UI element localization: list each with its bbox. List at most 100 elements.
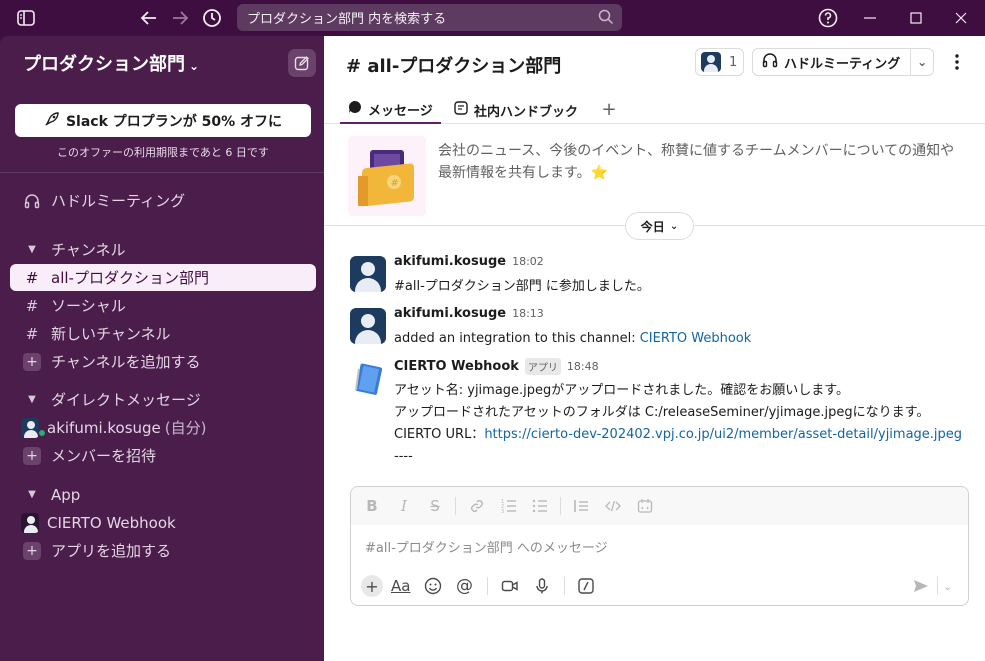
tab-handbook[interactable]: 社内ハンドブック bbox=[454, 96, 584, 124]
channel-label: ソーシャル bbox=[51, 297, 126, 315]
app-avatar bbox=[21, 512, 39, 533]
channel-tabs: メッセージ 社内ハンドブック + bbox=[324, 92, 985, 124]
add-tab-icon[interactable]: + bbox=[600, 96, 618, 122]
add-channel-button[interactable]: + チャンネルを追加する bbox=[10, 348, 316, 375]
channel-title[interactable]: # all-プロダクション部門 bbox=[346, 52, 561, 78]
back-arrow-icon[interactable] bbox=[139, 7, 159, 29]
sidebar-item-channel-social[interactable]: # ソーシャル bbox=[10, 292, 316, 319]
invite-members-button[interactable]: + メンバーを招待 bbox=[10, 442, 316, 469]
message-timestamp[interactable]: 18:48 bbox=[567, 360, 599, 373]
link-icon[interactable] bbox=[468, 497, 486, 515]
avatar[interactable] bbox=[350, 308, 386, 344]
hash-icon: # bbox=[25, 296, 39, 315]
close-icon[interactable] bbox=[951, 8, 971, 28]
add-app-button[interactable]: + アプリを追加する bbox=[10, 537, 316, 564]
message-author[interactable]: akifumi.kosuge bbox=[394, 254, 506, 269]
caret-down-icon: ▼ bbox=[28, 489, 36, 500]
message-composer: B I S 123 #all-プロダクション部門 へのメッセージ + Aa @ … bbox=[350, 486, 969, 606]
search-icon bbox=[598, 9, 614, 25]
message-author[interactable]: CIERTO Webhook bbox=[394, 359, 519, 374]
microphone-icon[interactable] bbox=[533, 575, 551, 597]
attach-plus-button[interactable]: + bbox=[361, 575, 383, 597]
sidebar-item-label: ハドルミーティング bbox=[51, 192, 186, 210]
promo-label: Slack プロプランが 50% オフに bbox=[65, 113, 283, 130]
app-avatar[interactable] bbox=[350, 360, 386, 396]
sidebar-item-app-cierto[interactable]: CIERTO Webhook bbox=[10, 509, 316, 536]
avatar bbox=[701, 52, 721, 72]
headphones-icon bbox=[23, 193, 41, 209]
promo-button[interactable]: Slack プロプランが 50% オフに bbox=[15, 104, 311, 137]
sidebar-item-dm-self[interactable]: akifumi.kosuge (自分) bbox=[10, 414, 316, 441]
hash-icon: # bbox=[25, 268, 39, 287]
message-timestamp[interactable]: 18:13 bbox=[512, 307, 544, 320]
channel-view: # all-プロダクション部門 1 ハドルミーティング ⌄ メッセージ 社内ハン… bbox=[324, 36, 985, 661]
notebook-icon bbox=[355, 363, 383, 395]
chevron-down-icon: ⌄ bbox=[669, 220, 679, 232]
hash-icon: # bbox=[25, 324, 39, 343]
channel-label: 新しいチャンネル bbox=[51, 325, 171, 343]
send-options-chevron-icon[interactable]: ⌄ bbox=[943, 575, 952, 597]
code-icon[interactable] bbox=[604, 497, 622, 515]
video-icon[interactable] bbox=[501, 575, 519, 597]
plus-icon: + bbox=[361, 575, 383, 597]
help-icon[interactable] bbox=[817, 7, 839, 29]
send-icon[interactable] bbox=[912, 575, 930, 597]
sidebar-divider bbox=[0, 172, 324, 173]
section-apps[interactable]: ▼ App bbox=[10, 481, 316, 508]
member-count: 1 bbox=[729, 54, 738, 70]
workspace-name[interactable]: プロダクション部門 ⌄ bbox=[23, 50, 199, 76]
headphones-icon bbox=[762, 52, 778, 72]
plus-icon: + bbox=[23, 352, 41, 371]
asset-url-link[interactable]: https://cierto-dev-202402.vpj.co.jp/ui2/… bbox=[484, 427, 962, 442]
sidebar-item-huddle[interactable]: ハドルミーティング bbox=[10, 187, 316, 214]
huddle-label: ハドルミーティング bbox=[784, 56, 901, 72]
dm-user-label: akifumi.kosuge bbox=[47, 418, 161, 437]
bulleted-list-icon[interactable] bbox=[531, 497, 549, 515]
text-format-icon[interactable]: Aa bbox=[391, 575, 410, 597]
search-bar[interactable]: プロダクション部門 内を検索する bbox=[237, 4, 622, 31]
section-channels[interactable]: ▼ チャンネル bbox=[10, 236, 316, 263]
svg-text:3: 3 bbox=[501, 509, 504, 514]
day-label: 今日 bbox=[640, 219, 665, 234]
invite-label: メンバーを招待 bbox=[51, 447, 157, 465]
emoji-icon[interactable] bbox=[424, 575, 442, 597]
sidebar-toggle-icon[interactable] bbox=[16, 8, 36, 28]
code-block-icon[interactable] bbox=[636, 497, 654, 515]
workspace-name-label: プロダクション部門 bbox=[23, 54, 185, 75]
minimize-icon[interactable] bbox=[860, 8, 880, 28]
compose-button[interactable] bbox=[288, 49, 316, 77]
history-clock-icon[interactable] bbox=[201, 7, 223, 29]
message-timestamp[interactable]: 18:02 bbox=[512, 255, 544, 268]
sidebar-item-channel-new[interactable]: # 新しいチャンネル bbox=[10, 320, 316, 347]
blockquote-icon[interactable] bbox=[572, 497, 590, 515]
search-placeholder: プロダクション部門 内を検索する bbox=[247, 12, 447, 27]
integration-link[interactable]: CIERTO Webhook bbox=[640, 331, 752, 346]
more-options-icon[interactable] bbox=[949, 50, 965, 74]
huddle-button[interactable]: ハドルミーティング ⌄ bbox=[752, 48, 934, 76]
tab-messages[interactable]: メッセージ bbox=[340, 96, 441, 124]
channel-intro-illustration: # bbox=[348, 136, 426, 216]
maximize-icon[interactable] bbox=[906, 8, 926, 28]
day-divider-button[interactable]: 今日 ⌄ bbox=[625, 212, 694, 240]
mention-icon[interactable]: @ bbox=[456, 575, 473, 597]
message-line: アップロードされたアセットのフォルダは C:/releaseSeminer/yj… bbox=[394, 405, 930, 420]
message-body: #all-プロダクション部門 に参加しました。 bbox=[394, 279, 650, 294]
chevron-down-icon[interactable]: ⌄ bbox=[911, 55, 933, 69]
avatar[interactable] bbox=[350, 256, 386, 292]
sidebar-item-channel-all[interactable]: # all-プロダクション部門 bbox=[10, 264, 316, 291]
italic-icon[interactable]: I bbox=[395, 497, 413, 515]
members-button[interactable]: 1 bbox=[695, 48, 744, 76]
chevron-down-icon: ⌄ bbox=[189, 59, 200, 73]
bold-icon[interactable]: B bbox=[363, 497, 381, 515]
online-status-dot bbox=[38, 429, 46, 437]
channel-label: all-プロダクション部門 bbox=[51, 269, 209, 287]
message-input[interactable]: #all-プロダクション部門 へのメッセージ bbox=[365, 537, 608, 556]
strikethrough-icon[interactable]: S bbox=[426, 497, 444, 515]
numbered-list-icon[interactable]: 123 bbox=[500, 497, 518, 515]
message-line: CIERTO URL：https://cierto-dev-202402.vpj… bbox=[394, 424, 962, 446]
forward-arrow-icon[interactable] bbox=[170, 7, 190, 29]
slash-command-icon[interactable] bbox=[577, 575, 595, 597]
message-author[interactable]: akifumi.kosuge bbox=[394, 306, 506, 321]
svg-text:#: # bbox=[391, 178, 399, 189]
section-direct-messages[interactable]: ▼ ダイレクトメッセージ bbox=[10, 386, 316, 413]
